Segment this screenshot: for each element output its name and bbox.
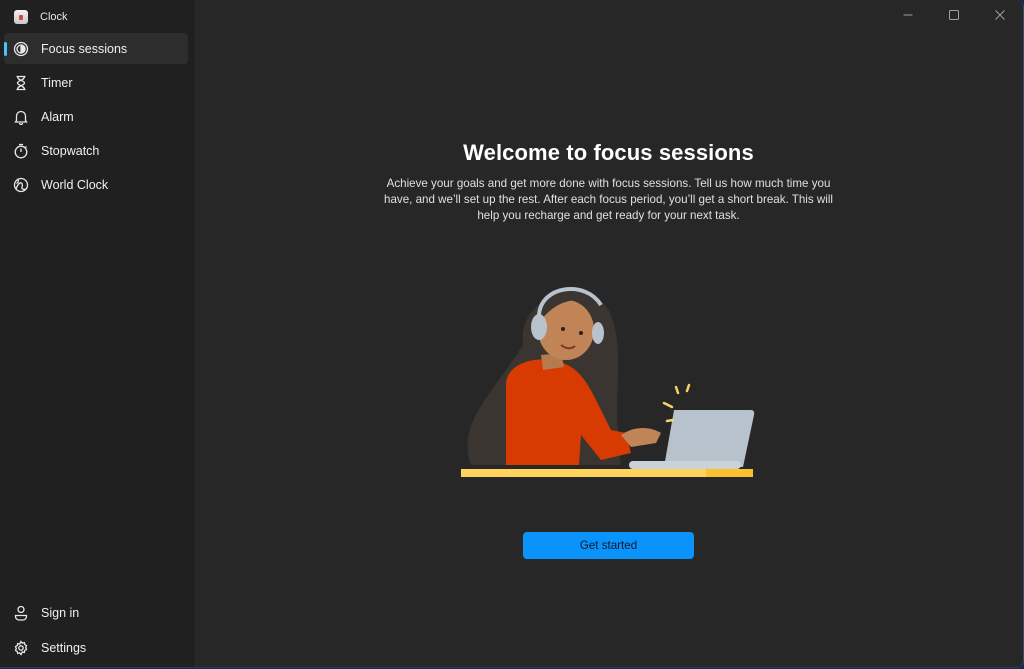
app-title: Clock: [40, 11, 68, 23]
bell-icon: [13, 109, 29, 125]
clock-app-window: Clock Focus sessions Timer Alarm Stopwat…: [0, 0, 1024, 668]
gear-icon: [13, 639, 29, 656]
stopwatch-icon: [13, 143, 29, 159]
sidebar-item-label: Stopwatch: [41, 143, 100, 158]
headphone-left: [531, 314, 547, 340]
minimize-icon: [903, 14, 913, 16]
sidebar-item-sign-in[interactable]: Sign in: [4, 597, 188, 628]
hourglass-icon: [13, 75, 29, 91]
sidebar-item-label: Alarm: [41, 109, 74, 124]
focus-illustration: [461, 287, 755, 477]
close-button[interactable]: [977, 0, 1023, 30]
person-icon: [13, 605, 29, 621]
window-controls: [885, 0, 1023, 30]
page-title: Welcome to focus sessions: [463, 140, 754, 165]
sidebar-item-stopwatch[interactable]: Stopwatch: [4, 135, 188, 166]
sidebar-item-label: Focus sessions: [41, 41, 128, 56]
laptop-screen: [664, 410, 755, 467]
main-content: Welcome to focus sessions Achieve your g…: [193, 0, 1023, 667]
get-started-button[interactable]: Get started: [523, 532, 694, 559]
headphone-right: [592, 322, 604, 344]
close-icon: [995, 10, 1005, 20]
globe-icon: [13, 177, 29, 193]
welcome-section: Welcome to focus sessions Achieve your g…: [194, 140, 1023, 224]
sidebar-item-settings[interactable]: Settings: [4, 632, 188, 663]
sidebar-item-label: Settings: [41, 640, 87, 655]
title-bar: Clock: [14, 8, 68, 26]
minimize-button[interactable]: [885, 0, 931, 30]
sidebar-item-label: Timer: [41, 75, 73, 90]
maximize-icon: [949, 10, 959, 20]
active-indicator: [4, 42, 7, 56]
clock-app-icon: [14, 10, 28, 24]
sidebar-item-label: World Clock: [41, 177, 109, 192]
sidebar-item-timer[interactable]: Timer: [4, 67, 188, 98]
laptop-base: [629, 461, 741, 469]
focus-icon: [13, 41, 29, 57]
sidebar-item-alarm[interactable]: Alarm: [4, 101, 188, 132]
sidebar-item-label: Sign in: [41, 605, 80, 620]
maximize-button[interactable]: [931, 0, 977, 30]
sidebar-item-world-clock[interactable]: World Clock: [4, 169, 188, 200]
sidebar-item-focus-sessions[interactable]: Focus sessions: [4, 33, 188, 64]
page-description: Achieve your goals and get more done wit…: [384, 177, 833, 222]
sidebar: Clock Focus sessions Timer Alarm Stopwat…: [0, 0, 193, 667]
